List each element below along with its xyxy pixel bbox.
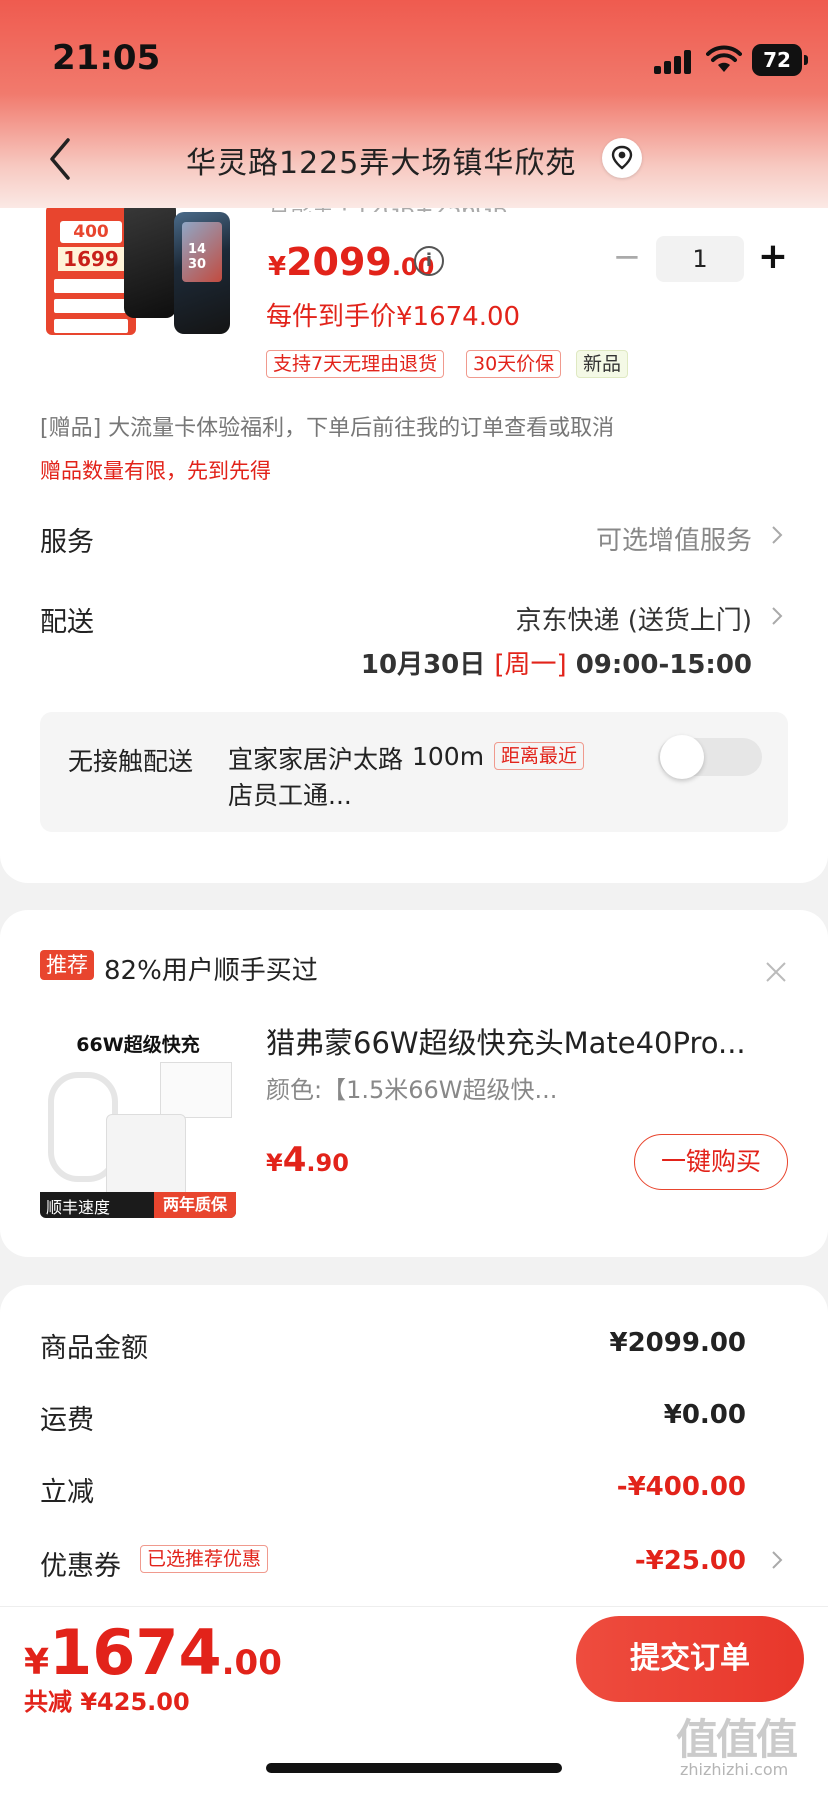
- service-value[interactable]: 可选增值服务: [596, 520, 752, 557]
- cellular-signal-icon: [654, 50, 694, 74]
- delivery-method[interactable]: 京东快递 (送货上门): [515, 600, 752, 637]
- promo-price: 1699: [58, 247, 124, 271]
- home-indicator[interactable]: [266, 1763, 562, 1773]
- back-arrow-icon[interactable]: [42, 134, 82, 184]
- quantity-decrease-button[interactable]: −: [612, 240, 642, 276]
- total-price: ¥1674.00: [24, 1616, 282, 1689]
- one-click-buy-button[interactable]: 一键购买: [634, 1134, 788, 1190]
- coupon-value[interactable]: -¥25.00: [635, 1546, 746, 1576]
- quantity-input[interactable]: 1: [656, 236, 744, 282]
- return-policy-tag: 支持7天无理由退货: [266, 350, 445, 378]
- promo-badge: 400: [60, 221, 122, 243]
- product-promo-image: 400 1699: [46, 205, 136, 335]
- delivery-schedule[interactable]: 10月30日 [周一] 09:00-15:00: [361, 644, 752, 681]
- contactless-distance: 100m: [412, 742, 485, 771]
- gift-description[interactable]: [赠品] 大流量卡体验福利，下单后前往我的订单查看或取消: [40, 410, 614, 442]
- battery-indicator: 72: [752, 44, 808, 76]
- service-label: 服务: [40, 527, 94, 558]
- contactless-label: 无接触配送: [68, 747, 194, 776]
- recommend-product-price: ¥4.90: [266, 1140, 349, 1180]
- goods-amount-label: 商品金额: [40, 1333, 148, 1364]
- wifi-icon: [706, 45, 742, 72]
- status-time: 21:05: [52, 38, 161, 78]
- delivery-address[interactable]: 华灵路1225弄大场镇华欣苑: [186, 138, 576, 182]
- contactless-toggle[interactable]: [658, 735, 762, 779]
- submit-order-button[interactable]: 提交订单: [576, 1616, 804, 1702]
- gift-note: 赠品数量有限，先到先得: [40, 459, 271, 483]
- quantity-increase-button[interactable]: +: [756, 236, 790, 280]
- delivery-label: 配送: [40, 607, 94, 638]
- goods-amount-value: ¥2099.00: [609, 1328, 746, 1358]
- product-phone-front-image: [174, 212, 230, 334]
- close-icon[interactable]: [764, 960, 788, 984]
- contactless-store: 宜家家居沪太路店员工通...: [228, 745, 404, 810]
- product-phone-back-image: [124, 200, 176, 318]
- recommend-product-title[interactable]: 猎弗蒙66W超级快充头Mate40Pro...: [266, 1020, 786, 1062]
- price-info-icon[interactable]: i: [414, 246, 444, 276]
- product-price: ¥2099.00: [268, 240, 435, 284]
- discount-value: -¥400.00: [616, 1472, 746, 1502]
- discount-label: 立减: [40, 1477, 94, 1508]
- shipping-value: ¥0.00: [663, 1400, 746, 1430]
- charger-product-image[interactable]: 66W超级快充 顺丰速度 两年质保: [40, 1022, 236, 1218]
- new-product-tag: 新品: [576, 350, 629, 378]
- shipping-label: 运费: [40, 1405, 94, 1436]
- recommend-product-variant: 颜色:【1.5米66W超级快...: [266, 1076, 558, 1104]
- price-protect-tag: 30天价保: [466, 350, 562, 378]
- total-saved[interactable]: 共减 ¥425.00: [24, 1682, 190, 1717]
- recommend-badge: 推荐: [40, 950, 94, 980]
- top-header: 21:05 72 华灵路1225弄大场镇华欣苑: [0, 0, 828, 208]
- nearest-tag: 距离最近: [494, 742, 585, 770]
- recommend-text: 82%用户顺手买过: [104, 956, 318, 986]
- location-pin-icon[interactable]: [602, 138, 642, 178]
- service-chevron-icon[interactable]: [770, 525, 784, 545]
- per-item-final-price: 每件到手价¥1674.00: [266, 302, 521, 332]
- delivery-chevron-icon[interactable]: [770, 606, 784, 626]
- watermark: 值值值: [676, 1715, 798, 1764]
- coupon-label: 优惠券: [40, 1551, 121, 1582]
- watermark-url: zhizhizhi.com: [680, 1760, 789, 1779]
- coupon-chevron-icon[interactable]: [770, 1550, 784, 1570]
- coupon-tag: 已选推荐优惠: [140, 1545, 269, 1573]
